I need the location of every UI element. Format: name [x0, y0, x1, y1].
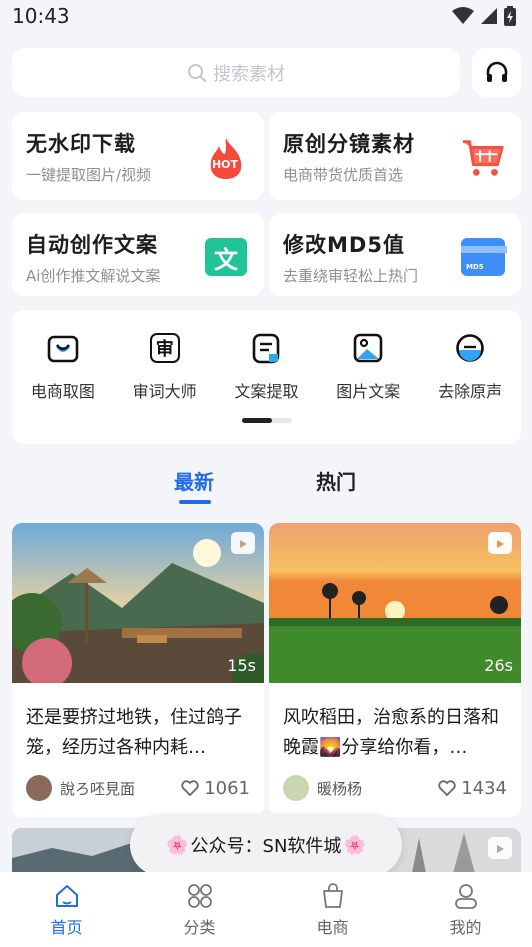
tool-ecommerce-image[interactable]: 电商取图	[13, 332, 113, 402]
shen-glyph: 审	[149, 333, 180, 363]
search-row: 搜索素材	[12, 48, 521, 97]
tool-label: 去除原声	[438, 382, 503, 401]
md5-card-icon: MD5	[461, 235, 507, 279]
nav-label: 分类	[183, 917, 216, 937]
tool-label: 文案提取	[234, 382, 299, 401]
post-thumbnail: 26s	[269, 523, 521, 683]
post-thumbnail: 15s	[12, 523, 264, 693]
nav-profile[interactable]: 我的	[399, 872, 532, 947]
nav-label: 电商	[316, 917, 349, 937]
bottom-nav: 首页 分类 电商 我的	[0, 872, 532, 947]
nav-label: 首页	[50, 917, 83, 937]
headset-icon	[486, 61, 507, 82]
like-button[interactable]: 1061	[181, 778, 250, 799]
feature-card-md5[interactable]: 修改MD5值 去重绕审轻松上热门 MD5	[269, 213, 521, 296]
shopping-bag-icon	[322, 882, 343, 908]
status-bar: 10:43	[0, 0, 532, 32]
post-author[interactable]: 暖杨杨	[283, 775, 362, 801]
heart-icon	[181, 780, 199, 796]
tool-remove-audio[interactable]: 去除原声	[420, 332, 520, 402]
wifi-icon	[452, 7, 474, 24]
search-icon	[188, 63, 206, 82]
tools-panel: 电商取图 审 审词大师 文案提取 图片文案 去除原声	[12, 310, 521, 444]
like-button[interactable]: 1434	[438, 778, 507, 799]
image-text-icon	[352, 332, 384, 364]
wen-glyph: 文	[205, 238, 247, 276]
tool-label: 审词大师	[132, 382, 197, 401]
heart-icon	[438, 780, 456, 796]
post-duration: 15s	[227, 656, 256, 675]
signal-icon	[481, 8, 497, 24]
toast-banner: 🌸 公众号：SN软件城 🌸	[130, 814, 402, 876]
like-count: 1061	[204, 777, 250, 799]
avatar	[26, 775, 52, 801]
hot-badge: HOT	[211, 158, 239, 171]
feature-card-no-watermark[interactable]: 无水印下载 一键提取图片/视频 HOT	[12, 112, 264, 200]
toast-text: 公众号：SN软件城	[190, 836, 342, 857]
avatar	[283, 775, 309, 801]
tool-label: 电商取图	[30, 382, 95, 401]
pager-active-dot	[242, 418, 272, 423]
shop-bag-icon	[47, 332, 79, 364]
flower-icon: 🌸	[343, 834, 366, 856]
battery-icon	[504, 6, 516, 26]
post-card[interactable]: 15s 还是要挤过地铁，住过鸽子笼，经历过各种内耗… 說ろ呸見面 1061	[12, 523, 264, 817]
flower-icon: 🌸	[166, 834, 189, 856]
shen-review-icon: 审	[149, 332, 181, 364]
post-author[interactable]: 說ろ呸見面	[26, 775, 135, 801]
tool-image-text[interactable]: 图片文案	[318, 332, 418, 402]
remove-audio-icon	[454, 332, 486, 364]
tools-pager	[242, 418, 292, 423]
nav-label: 我的	[449, 917, 482, 937]
tool-word-review[interactable]: 审 审词大师	[115, 332, 215, 402]
author-name: 暖杨杨	[317, 779, 363, 798]
tool-label: 图片文案	[336, 382, 401, 401]
search-input[interactable]: 搜索素材	[12, 48, 460, 97]
text-wen-icon: 文	[204, 235, 248, 279]
tab-hot[interactable]: 热门	[316, 466, 356, 495]
home-icon	[55, 884, 78, 907]
md5-label: MD5	[466, 263, 484, 271]
nav-category[interactable]: 分类	[133, 872, 266, 947]
feature-card-original-storyboard[interactable]: 原创分镜素材 电商带货优质首选	[269, 112, 521, 200]
tab-latest[interactable]: 最新	[174, 466, 214, 495]
video-play-icon	[231, 532, 255, 554]
nav-home[interactable]: 首页	[0, 872, 133, 947]
feature-card-auto-copywriting[interactable]: 自动创作文案 Ai创作推文解说文案 文	[12, 213, 264, 296]
tool-copy-extract[interactable]: 文案提取	[216, 332, 316, 402]
grid-category-icon	[187, 883, 212, 908]
shopping-cart-icon	[461, 136, 505, 180]
search-placeholder: 搜索素材	[213, 63, 285, 85]
post-title: 还是要挤过地铁，住过鸽子笼，经历过各种内耗…	[26, 707, 242, 758]
user-profile-icon	[454, 883, 477, 909]
like-count: 1434	[461, 777, 507, 799]
post-meta: 暖杨杨 1434	[283, 775, 507, 801]
document-extract-icon	[250, 332, 282, 364]
author-name: 說ろ呸見面	[60, 779, 136, 798]
customer-service-button[interactable]	[472, 48, 521, 97]
post-duration: 26s	[484, 656, 513, 675]
tools-row: 电商取图 审 审词大师 文案提取 图片文案 去除原声	[12, 310, 521, 402]
post-card[interactable]: 26s 风吹稻田，治愈系的日落和晚霞🌄分享给你看，… 暖杨杨 1434	[269, 523, 521, 817]
post-meta: 說ろ呸見面 1061	[26, 775, 250, 801]
post-title: 风吹稻田，治愈系的日落和晚霞🌄分享给你看，…	[283, 707, 499, 758]
status-icons	[452, 6, 516, 26]
video-play-icon	[488, 532, 512, 554]
nav-ecommerce[interactable]: 电商	[266, 872, 399, 947]
status-time: 10:43	[12, 4, 70, 28]
video-play-icon	[488, 837, 512, 859]
tab-underline	[179, 500, 211, 504]
hot-flame-icon: HOT	[204, 136, 248, 180]
